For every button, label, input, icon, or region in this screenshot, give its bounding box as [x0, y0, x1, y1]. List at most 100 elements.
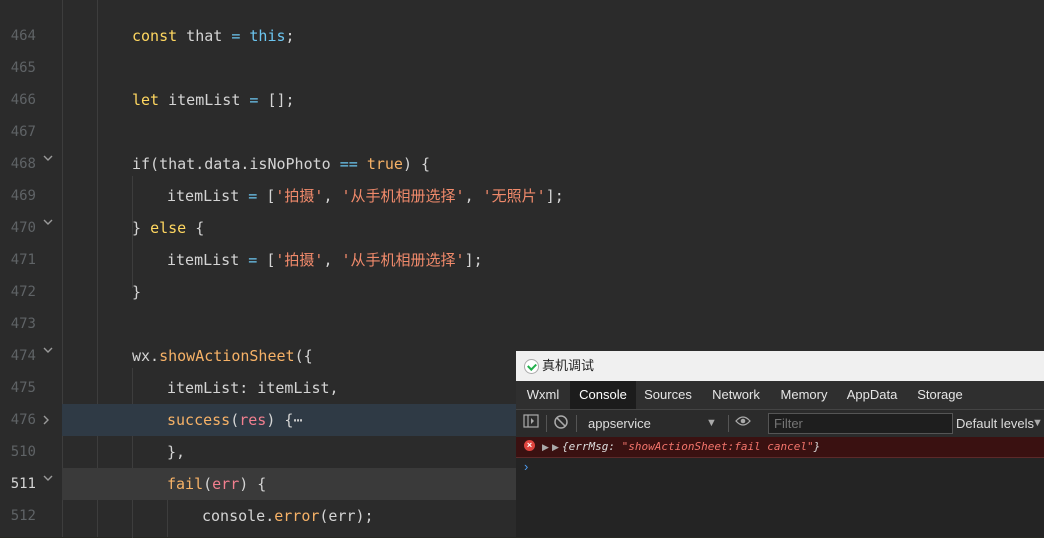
expand-arrow-icon[interactable]: ▶: [542, 437, 549, 457]
code-line[interactable]: 467: [0, 116, 1044, 148]
code-text: const that = this;: [132, 20, 295, 52]
code-line[interactable]: 473: [0, 308, 1044, 340]
code-token: ,: [323, 187, 342, 205]
code-text: success(res) {⋯: [167, 404, 302, 436]
line-number: 472: [10, 284, 36, 300]
code-token: (: [230, 411, 240, 429]
code-token: this: [249, 27, 286, 45]
code-token: [: [257, 251, 276, 269]
line-number: 511: [10, 476, 36, 492]
code-line[interactable]: 471 itemList = ['拍摄', '从手机相册选择'];: [0, 244, 1044, 276]
code-line[interactable]: 469 itemList = ['拍摄', '从手机相册选择', '无照片'];: [0, 180, 1044, 212]
line-number: 473: [10, 316, 36, 332]
code-token: console.: [202, 507, 275, 525]
code-token: [: [257, 187, 276, 205]
code-token: res: [239, 411, 267, 429]
code-token: err: [212, 475, 240, 493]
error-icon: ×: [524, 440, 535, 451]
tab-console[interactable]: Console: [570, 381, 636, 409]
code-text: let itemList = [];: [132, 84, 295, 116]
chevron-down-icon: ▼: [706, 417, 717, 429]
line-number: 510: [10, 444, 36, 460]
fold-chevron-down-icon[interactable]: [42, 472, 54, 484]
filter-input[interactable]: [768, 413, 953, 434]
line-number: 467: [10, 124, 36, 140]
code-token: (err);: [319, 507, 374, 525]
code-token: showActionSheet: [159, 347, 295, 365]
code-token: itemList: [167, 251, 249, 269]
code-token: wx.: [132, 347, 160, 365]
code-token: }: [132, 283, 142, 301]
code-token: }: [132, 219, 151, 237]
sidebar-toggle-icon[interactable]: [522, 414, 540, 432]
code-text: wx.showActionSheet({: [132, 340, 313, 372]
code-token: (: [203, 475, 213, 493]
line-number: 475: [10, 380, 36, 396]
code-token: '从手机相册选择': [341, 251, 465, 269]
fold-chevron-down-icon[interactable]: [42, 344, 54, 356]
log-levels-dropdown[interactable]: Default levels: [956, 410, 1034, 437]
code-token: itemList: [159, 91, 250, 109]
code-token: else: [150, 219, 187, 237]
code-token: let: [132, 91, 160, 109]
devtools-titlebar: 真机调试: [516, 351, 1044, 381]
error-message: {errMsg: "showActionSheet:fail cancel"}: [562, 440, 821, 453]
code-text: } else {: [132, 212, 204, 244]
code-line[interactable]: 465: [0, 52, 1044, 84]
tab-appdata[interactable]: AppData: [844, 381, 900, 409]
fold-chevron-down-icon[interactable]: [42, 216, 54, 228]
code-text: fail(err) {: [167, 468, 266, 500]
eye-icon[interactable]: [734, 414, 752, 432]
clear-console-icon[interactable]: [552, 414, 570, 432]
code-line[interactable]: 470 } else {: [0, 212, 1044, 244]
code-token: =: [248, 251, 258, 269]
fold-chevron-right-icon[interactable]: [42, 414, 54, 426]
code-token: [];: [258, 91, 295, 109]
code-token: ];: [545, 187, 564, 205]
line-number: 512: [10, 508, 36, 524]
devtools-tabs: Wxml Console Sources Network Memory AppD…: [516, 381, 1044, 410]
code-line[interactable]: 464 const that = this;: [0, 20, 1044, 52]
code-text: console.error(err);: [202, 500, 374, 532]
tab-network[interactable]: Network: [706, 381, 766, 409]
code-token: =: [248, 187, 258, 205]
console-error-row[interactable]: × ▶ ▶ {errMsg: "showActionSheet:fail can…: [516, 437, 1044, 458]
code-token: if(that.data.isNoPhoto: [132, 155, 340, 173]
tab-sources[interactable]: Sources: [640, 381, 696, 409]
line-463-partial: 463: [0, 0, 36, 6]
code-text: itemList = ['拍摄', '从手机相册选择', '无照片'];: [167, 180, 564, 212]
code-token: ,: [323, 251, 342, 269]
console-prompt[interactable]: ›: [524, 459, 528, 474]
fold-chevron-down-icon[interactable]: [42, 152, 54, 164]
code-token: },: [167, 443, 186, 461]
code-token: ];: [464, 251, 483, 269]
context-selector[interactable]: appservice: [588, 410, 651, 437]
tab-storage[interactable]: Storage: [912, 381, 968, 409]
code-token: ⋯: [293, 411, 303, 429]
code-line[interactable]: 466 let itemList = [];: [0, 84, 1044, 116]
code-token: itemList: [167, 187, 249, 205]
code-line[interactable]: 472}: [0, 276, 1044, 308]
line-number: 471: [10, 252, 36, 268]
line-number: 465: [10, 60, 36, 76]
code-token: itemList: itemList,: [167, 379, 339, 397]
code-token: fail: [167, 475, 204, 493]
line-number: 468: [10, 156, 36, 172]
line-number: 470: [10, 220, 36, 236]
line-number: 466: [10, 92, 36, 108]
code-text: itemList = ['拍摄', '从手机相册选择'];: [167, 244, 483, 276]
expand-object-icon[interactable]: ▶: [552, 437, 559, 457]
code-token: '拍摄': [275, 187, 324, 205]
code-token: '无照片': [482, 187, 546, 205]
code-token: '拍摄': [275, 251, 324, 269]
code-token: ;: [285, 27, 295, 45]
wechat-devtools-logo-icon: [524, 359, 539, 374]
code-line[interactable]: 468 if(that.data.isNoPhoto == true) {: [0, 148, 1044, 180]
devtools-panel: 真机调试 Wxml Console Sources Network Memory…: [516, 351, 1044, 537]
devtools-title: 真机调试: [542, 358, 595, 373]
tab-wxml[interactable]: Wxml: [520, 381, 566, 409]
tab-memory[interactable]: Memory: [776, 381, 832, 409]
code-token: error: [274, 507, 320, 525]
code-token: ) {: [239, 475, 267, 493]
